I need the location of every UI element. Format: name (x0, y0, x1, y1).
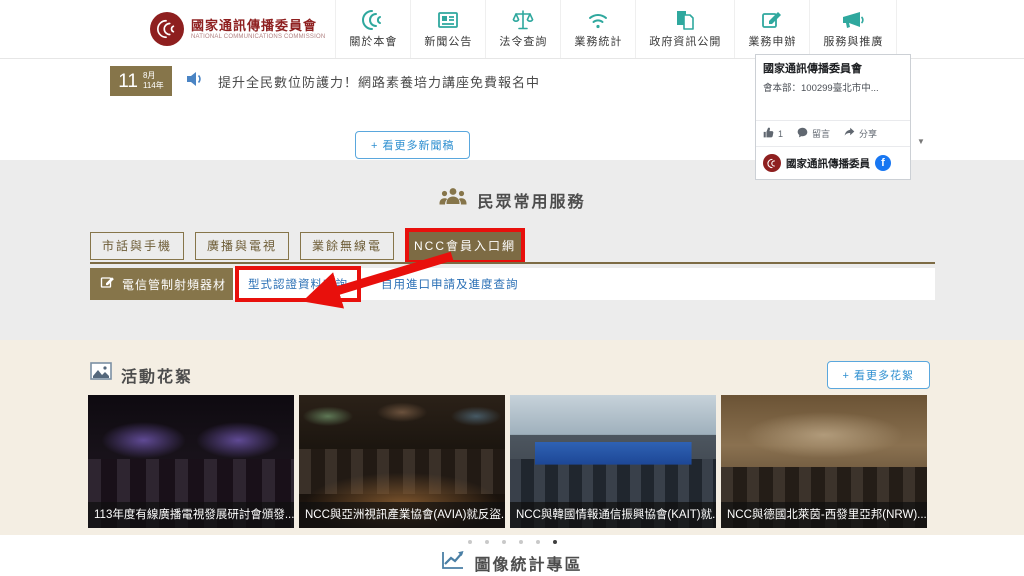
logo-subtitle: NATIONAL COMMUNICATIONS COMMISSION (191, 34, 325, 40)
picture-icon (90, 362, 112, 387)
news-date-badge: 11 8月114年 (110, 66, 172, 96)
gallery-caption: NCC與亞洲視訊產業協會(AVIA)就反盜... (299, 502, 505, 528)
share-label[interactable]: 分享 (859, 127, 877, 140)
edit-icon (760, 9, 784, 31)
more-gallery-button[interactable]: + 看更多花絮 (827, 361, 930, 389)
nav-label: 法令查詢 (499, 33, 547, 49)
comment-label[interactable]: 留言 (812, 127, 830, 140)
site-logo[interactable]: 國家通訊傳播委員會 NATIONAL COMMUNICATIONS COMMIS… (150, 12, 325, 46)
carousel-dot[interactable] (519, 540, 523, 544)
link-import-application-query[interactable]: 自用進口申請及進度查詢 (381, 276, 519, 292)
signal-wave-icon (361, 9, 385, 31)
ncc-logo-icon (150, 12, 184, 46)
stats-section-title: 圖像統計專區 (474, 551, 582, 575)
nav-item-laws[interactable]: 法令查詢 (485, 0, 560, 58)
stats-section-header: 圖像統計專區 (0, 550, 1024, 575)
people-group-icon (438, 186, 468, 213)
facebook-page-header[interactable]: 國家通訊傳播委員 f (756, 146, 910, 179)
services-links-bar: 型式認證資料查詢 自用進口申請及進度查詢 (233, 268, 935, 300)
like-icon[interactable] (763, 127, 774, 140)
gallery-section: 活動花絮 + 看更多花絮 113年度有線廣播電視發展研討會頒發... NCC與亞… (0, 340, 1024, 535)
top-navbar: 國家通訊傳播委員會 NATIONAL COMMUNICATIONS COMMIS… (0, 0, 1024, 59)
pencil-box-icon (100, 275, 115, 293)
facebook-post: 國家通訊傳播委員會 會本部：100299臺北市中... (756, 55, 910, 104)
nav-item-open-gov[interactable]: 政府資訊公開 (635, 0, 734, 58)
line-chart-icon (441, 550, 465, 575)
facebook-logo-icon: f (875, 155, 891, 171)
like-count: 1 (778, 129, 783, 139)
ncc-homepage: 國家通訊傳播委員會 NATIONAL COMMUNICATIONS COMMIS… (0, 0, 1024, 576)
gallery-caption: NCC與韓國情報通信振興協會(KAIT)就... (510, 502, 716, 528)
common-services-section: 民眾常用服務 市話與手機 廣播與電視 業餘無線電 NCC會員入口網 電信管制射頻… (0, 160, 1024, 340)
services-section-header: 民眾常用服務 (0, 186, 1024, 213)
ncc-avatar (763, 154, 781, 172)
gallery-card[interactable]: NCC與亞洲視訊產業協會(AVIA)就反盜... (299, 395, 505, 528)
news-headline-link[interactable]: 提升全民數位防護力！網路素養培力講座免費報名中 (218, 72, 540, 91)
gallery-card[interactable]: NCC與韓國情報通信振興協會(KAIT)就... (510, 395, 716, 528)
share-icon[interactable] (844, 127, 855, 140)
facebook-page-title[interactable]: 國家通訊傳播委員會 (763, 60, 903, 76)
facebook-page-name: 國家通訊傳播委員 (786, 156, 870, 171)
speaker-icon (185, 70, 205, 93)
more-news-button[interactable]: + 看更多新聞稿 (355, 131, 470, 159)
nav-menu: 關於本會 新聞公告 法令查詢 (335, 0, 897, 58)
documents-icon (673, 9, 697, 31)
nav-item-applications[interactable]: 業務申辦 (734, 0, 809, 58)
newspaper-icon (436, 9, 460, 31)
tab-broadcast-tv[interactable]: 廣播與電視 (195, 232, 289, 260)
nav-label: 業務申辦 (748, 33, 796, 49)
news-item: 11 8月114年 提升全民數位防護力！網路素養培力講座免費報名中 (110, 66, 540, 96)
link-type-approval-query[interactable]: 型式認證資料查詢 (248, 279, 348, 291)
gallery-section-title: 活動花絮 (121, 363, 193, 387)
tab-amateur-radio[interactable]: 業餘無線電 (300, 232, 394, 260)
category-label: 電信管制射頻器材 (90, 268, 233, 300)
gallery-cards: 113年度有線廣播電視發展研討會頒發... NCC與亞洲視訊產業協會(AVIA)… (88, 395, 927, 528)
news-date-day: 11 (118, 72, 138, 91)
tab-ncc-member-portal[interactable]: NCC會員入口網 (409, 232, 521, 260)
gallery-card[interactable]: NCC與德國北萊茵-西發里亞邦(NRW)... (721, 395, 927, 528)
services-tabs: 市話與手機 廣播與電視 業餘無線電 NCC會員入口網 (90, 228, 525, 264)
gallery-section-header: 活動花絮 (90, 362, 193, 387)
nav-item-statistics[interactable]: 業務統計 (560, 0, 635, 58)
facebook-action-bar: 1 留言 分享 (756, 120, 910, 146)
wifi-icon (586, 9, 610, 31)
gallery-caption: 113年度有線廣播電視發展研討會頒發... (88, 502, 294, 528)
services-content-row: 電信管制射頻器材 型式認證資料查詢 自用進口申請及進度查詢 (90, 268, 935, 300)
megaphone-icon (840, 9, 866, 31)
comment-icon[interactable] (797, 127, 808, 140)
category-label-text: 電信管制射頻器材 (122, 276, 226, 293)
tabs-divider (90, 262, 935, 264)
nav-item-about[interactable]: 關於本會 (335, 0, 410, 58)
highlight-box-type-approval: 型式認證資料查詢 (235, 266, 361, 302)
carousel-dots (0, 540, 1024, 544)
nav-label: 服務與推廣 (823, 33, 883, 49)
carousel-dot[interactable] (536, 540, 540, 544)
logo-title: 國家通訊傳播委員會 (191, 18, 325, 34)
nav-item-promotion[interactable]: 服務與推廣 (809, 0, 897, 58)
carousel-dot[interactable] (553, 540, 557, 544)
news-date-sub: 8月114年 (143, 71, 164, 91)
carousel-dot[interactable] (502, 540, 506, 544)
news-strip: 11 8月114年 提升全民數位防護力！網路素養培力講座免費報名中 + 看更多新… (0, 58, 760, 160)
facebook-widget: 國家通訊傳播委員會 會本部：100299臺北市中... 1 留言 分享 (755, 54, 911, 180)
nav-label: 新聞公告 (424, 33, 472, 49)
gallery-card[interactable]: 113年度有線廣播電視發展研討會頒發... (88, 395, 294, 528)
nav-label: 政府資訊公開 (649, 33, 721, 49)
facebook-address: 會本部：100299臺北市中... (763, 80, 903, 94)
carousel-dot[interactable] (468, 540, 472, 544)
gallery-caption: NCC與德國北萊茵-西發里亞邦(NRW)... (721, 502, 927, 528)
tab-landline-mobile[interactable]: 市話與手機 (90, 232, 184, 260)
scales-icon (511, 9, 535, 31)
nav-label: 業務統計 (574, 33, 622, 49)
widget-caret-icon[interactable]: ▼ (917, 137, 925, 146)
services-section-title: 民眾常用服務 (477, 188, 585, 212)
carousel-dot[interactable] (485, 540, 489, 544)
stats-section: 圖像統計專區 (0, 535, 1024, 576)
nav-item-news[interactable]: 新聞公告 (410, 0, 485, 58)
nav-label: 關於本會 (349, 33, 397, 49)
highlight-box-member-portal: NCC會員入口網 (405, 228, 525, 264)
